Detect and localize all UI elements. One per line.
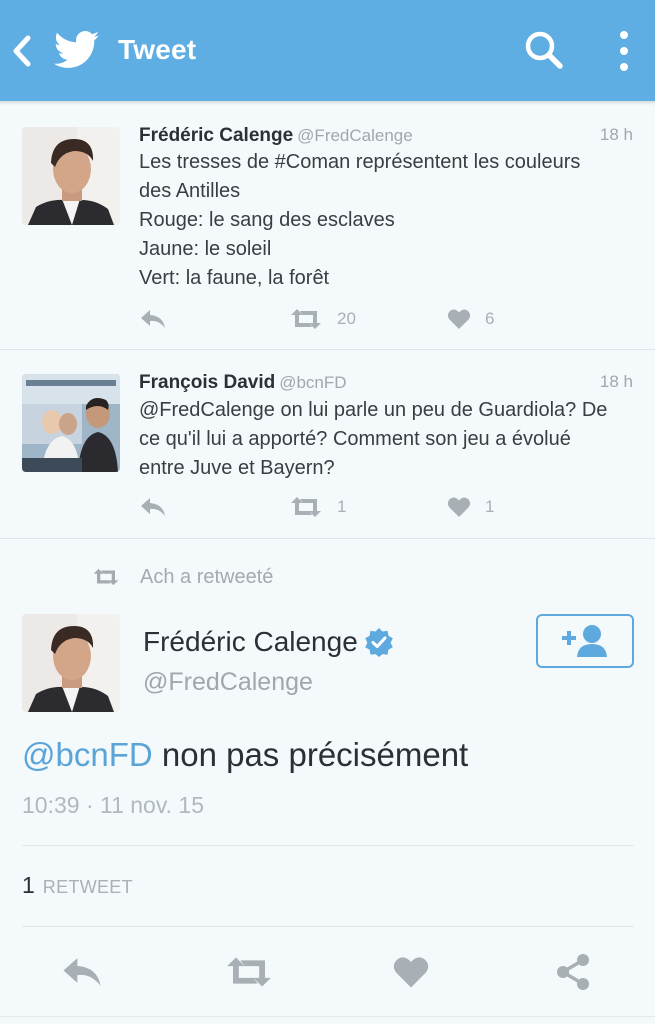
more-vertical-icon[interactable] <box>612 28 636 74</box>
avatar[interactable] <box>22 614 120 712</box>
retweeted-by-label: Ach a retweeté <box>140 565 274 588</box>
retweet-button[interactable] <box>222 950 276 994</box>
like-button[interactable]: 1 <box>447 492 494 522</box>
follow-button[interactable] <box>536 614 634 668</box>
tweet-text-line: Les tresses de #Coman représentent les c… <box>139 151 581 173</box>
heart-icon <box>447 309 471 329</box>
focused-author-name[interactable]: Frédéric Calenge <box>143 626 394 658</box>
reply-icon <box>141 310 165 328</box>
timeline-tweet[interactable]: François David @bcnFD 18 h @FredCalenge o… <box>0 350 655 539</box>
share-icon <box>557 954 589 990</box>
page-title: Tweet <box>118 34 197 65</box>
heart-icon <box>393 957 429 988</box>
tweet-text-line: ce qu'il lui a apporté? Comment son jeu … <box>139 428 571 450</box>
avatar[interactable] <box>22 127 120 225</box>
reply-button[interactable] <box>139 304 167 334</box>
share-button[interactable] <box>551 950 595 994</box>
retweet-label: RETWEET <box>42 877 133 897</box>
divider <box>22 845 634 846</box>
tweet-author[interactable]: François David @bcnFD <box>139 372 347 394</box>
retweet-button[interactable]: 1 <box>289 492 346 522</box>
tweet-actions: 20 6 <box>139 304 619 334</box>
retweet-stats[interactable]: 1 RETWEET <box>22 872 133 899</box>
avatar[interactable] <box>22 374 120 472</box>
retweeted-by[interactable]: Ach a retweeté <box>92 562 273 592</box>
tweet-action-bar <box>0 944 655 1000</box>
tweet-time: 18 h <box>599 372 633 391</box>
reply-button[interactable] <box>139 492 167 522</box>
tweet-text-line: Rouge: le sang des esclaves <box>139 209 395 231</box>
reply-button[interactable] <box>60 950 104 994</box>
search-icon[interactable] <box>522 28 566 72</box>
retweet-count: 1 <box>337 497 347 516</box>
heart-icon <box>447 497 471 517</box>
retweet-button[interactable]: 20 <box>289 304 356 334</box>
divider <box>22 926 634 927</box>
author-name: François David <box>139 372 276 393</box>
author-handle: @FredCalenge <box>297 126 413 145</box>
add-user-icon <box>562 625 607 657</box>
timeline-tweet[interactable]: Frédéric Calenge @FredCalenge 18 h Les tr… <box>0 105 655 350</box>
retweet-count: 20 <box>337 309 356 328</box>
focused-tweet-text: @bcnFD non pas précisément <box>22 736 468 774</box>
retweet-count: 1 <box>22 872 35 898</box>
like-count: 6 <box>485 309 495 328</box>
tweet-text: Les tresses de #Coman représentent les c… <box>139 148 639 293</box>
author-name: Frédéric Calenge <box>143 626 358 657</box>
tweet-text-line: @FredCalenge on lui parle un peu de Guar… <box>139 399 608 421</box>
verified-badge-icon <box>364 627 394 657</box>
back-arrow-icon[interactable] <box>10 34 36 68</box>
retweet-icon <box>93 568 119 586</box>
divider <box>0 1016 655 1017</box>
app-bar: Tweet <box>0 0 655 101</box>
tweet-text-line: Vert: la faune, la forêt <box>139 267 330 289</box>
tweet-author[interactable]: Frédéric Calenge @FredCalenge <box>139 125 413 147</box>
mention-link[interactable]: @bcnFD <box>22 736 153 773</box>
tweet-body: non pas précisément <box>152 736 469 773</box>
author-handle: @bcnFD <box>279 373 347 392</box>
tweet-timestamp: 10:39 · 11 nov. 15 <box>22 792 205 818</box>
tweet-text-line: des Antilles <box>139 180 241 202</box>
reply-icon <box>141 498 165 516</box>
tweet-text-line: entre Juve et Bayern? <box>139 457 335 479</box>
tweet-time: 18 h <box>599 125 633 144</box>
tweet-text-line: Jaune: le soleil <box>139 238 272 260</box>
retweet-icon <box>227 957 271 987</box>
tweet-text: @FredCalenge on lui parle un peu de Guar… <box>139 396 639 483</box>
author-name: Frédéric Calenge <box>139 125 294 146</box>
focused-author-handle[interactable]: @FredCalenge <box>143 668 313 697</box>
like-button[interactable] <box>389 950 433 994</box>
retweet-icon <box>291 309 321 329</box>
tweet-actions: 1 1 <box>139 492 619 522</box>
like-button[interactable]: 6 <box>447 304 494 334</box>
retweet-icon <box>291 497 321 517</box>
twitter-bird-icon <box>53 30 100 70</box>
like-count: 1 <box>485 497 495 516</box>
reply-icon <box>63 958 101 986</box>
